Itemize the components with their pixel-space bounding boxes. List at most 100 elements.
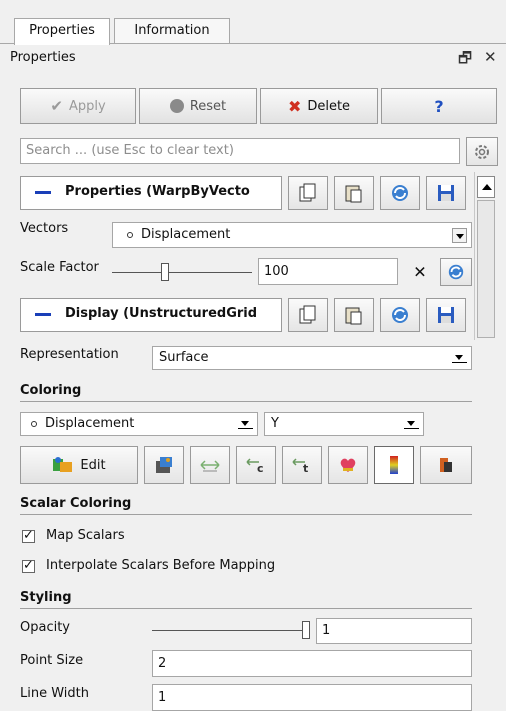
paste-icon — [345, 185, 362, 203]
dock-title: Properties — [10, 50, 76, 65]
coloring-component-value: Y — [271, 416, 279, 431]
scroll-up-button[interactable] — [477, 176, 495, 198]
interpolate-scalars-label: Interpolate Scalars Before Mapping — [46, 558, 276, 573]
rescale-visible-button[interactable] — [328, 446, 368, 484]
styling-section-title: Styling — [20, 590, 72, 605]
delete-icon: ✖ — [287, 96, 302, 116]
refresh-button[interactable] — [380, 176, 420, 210]
advanced-settings-button[interactable] — [466, 137, 498, 166]
preset-icon — [156, 457, 172, 473]
opacity-label: Opacity — [20, 620, 71, 635]
reset-to-default-icon: ✕ — [413, 262, 427, 282]
display-paste-button[interactable] — [334, 298, 374, 332]
refresh-icon — [392, 185, 408, 201]
reset-scale-button[interactable]: ✕ — [404, 258, 436, 286]
rescale-icon — [200, 460, 220, 472]
chevron-down-icon — [452, 228, 467, 243]
opacity-input[interactable]: 1 — [316, 618, 472, 644]
point-data-icon — [127, 231, 133, 238]
apply-button[interactable]: ✔ Apply — [20, 88, 136, 124]
point-size-label: Point Size — [20, 653, 84, 668]
reset-icon — [169, 99, 184, 113]
rescale-custom-button[interactable]: c — [236, 446, 276, 484]
help-icon: ? — [434, 96, 444, 116]
tab-properties[interactable]: Properties — [14, 18, 110, 45]
representation-select[interactable]: Surface — [152, 346, 472, 370]
toggle-color-legend-button[interactable] — [374, 446, 414, 484]
coloring-section-title: Coloring — [20, 383, 82, 398]
edit-color-legend-button[interactable] — [420, 446, 472, 484]
line-width-input[interactable]: 1 — [152, 684, 472, 711]
rescale-temporal-icon: t — [292, 458, 308, 474]
display-copy-button[interactable] — [288, 298, 328, 332]
display-group-title: Display (UnstructuredGrid — [65, 306, 258, 321]
collapse-icon — [35, 313, 51, 316]
delete-button[interactable]: ✖ Delete — [260, 88, 378, 124]
scale-factor-label: Scale Factor — [20, 260, 99, 275]
rescale-data-range-button[interactable] — [190, 446, 230, 484]
svg-text:c: c — [257, 462, 264, 474]
save-icon — [438, 307, 454, 323]
display-group-header[interactable]: Display (UnstructuredGrid — [20, 298, 282, 332]
copy-icon — [299, 183, 316, 202]
copy-button[interactable] — [288, 176, 328, 210]
help-button[interactable]: ? — [381, 88, 497, 124]
chevron-down-icon — [404, 416, 419, 429]
color-legend-icon — [390, 456, 398, 474]
color-legend-edit-icon — [440, 458, 452, 472]
paste-icon — [345, 307, 362, 325]
vectors-select[interactable]: Displacement — [112, 222, 472, 248]
display-save-button[interactable] — [426, 298, 466, 332]
display-refresh-button[interactable] — [380, 298, 420, 332]
refresh-icon — [392, 307, 408, 323]
edit-color-map-button[interactable]: Edit — [20, 446, 138, 484]
collapse-icon — [35, 191, 51, 194]
properties-group-title: Properties (WarpByVecto — [65, 184, 250, 199]
vectors-label: Vectors — [20, 221, 69, 236]
search-input[interactable]: Search ... (use Esc to clear text) — [20, 138, 460, 164]
properties-group-header[interactable]: Properties (WarpByVecto — [20, 176, 282, 210]
scale-factor-slider-track — [112, 272, 252, 273]
representation-value: Surface — [159, 350, 209, 365]
coloring-array-select[interactable]: Displacement — [20, 412, 258, 436]
reset-label: Reset — [189, 98, 227, 114]
close-icon[interactable]: ✕ — [484, 48, 497, 66]
copy-icon — [299, 305, 316, 324]
tab-information[interactable]: Information — [114, 18, 230, 44]
scrollbar[interactable] — [474, 172, 498, 340]
apply-icon: ✔ — [50, 97, 63, 115]
representation-label: Representation — [20, 347, 119, 362]
scale-refresh-button[interactable] — [440, 258, 472, 286]
scale-factor-input[interactable]: 100 — [258, 258, 398, 285]
gear-icon — [475, 144, 489, 159]
scale-factor-slider[interactable] — [161, 263, 170, 281]
rescale-temporal-button[interactable]: t — [282, 446, 322, 484]
tab-bar: Properties Information — [0, 0, 506, 45]
save-button[interactable] — [426, 176, 466, 210]
save-icon — [438, 185, 454, 201]
opacity-slider[interactable] — [302, 621, 310, 639]
section-divider — [20, 608, 472, 609]
scroll-thumb[interactable] — [477, 200, 495, 338]
coloring-component-select[interactable]: Y — [264, 412, 424, 436]
scalar-coloring-section-title: Scalar Coloring — [20, 496, 132, 511]
vectors-value: Displacement — [141, 227, 231, 242]
rescale-custom-icon: c — [246, 458, 264, 474]
choose-preset-button[interactable] — [144, 446, 184, 484]
paste-button[interactable] — [334, 176, 374, 210]
float-icon[interactable]: 🗗 — [458, 48, 472, 73]
map-scalars-label: Map Scalars — [46, 528, 125, 543]
map-scalars-checkbox[interactable] — [22, 528, 35, 543]
chevron-down-icon — [238, 416, 253, 429]
section-divider — [20, 514, 472, 515]
opacity-slider-track — [152, 630, 310, 631]
refresh-icon — [448, 264, 464, 280]
interpolate-scalars-checkbox[interactable] — [22, 558, 35, 573]
chevron-down-icon — [452, 350, 467, 363]
delete-label: Delete — [307, 98, 351, 114]
point-size-input[interactable]: 2 — [152, 650, 472, 677]
reset-button[interactable]: Reset — [139, 88, 257, 124]
section-divider — [20, 401, 472, 402]
line-width-label: Line Width — [20, 686, 89, 701]
rescale-visible-icon — [340, 458, 356, 472]
